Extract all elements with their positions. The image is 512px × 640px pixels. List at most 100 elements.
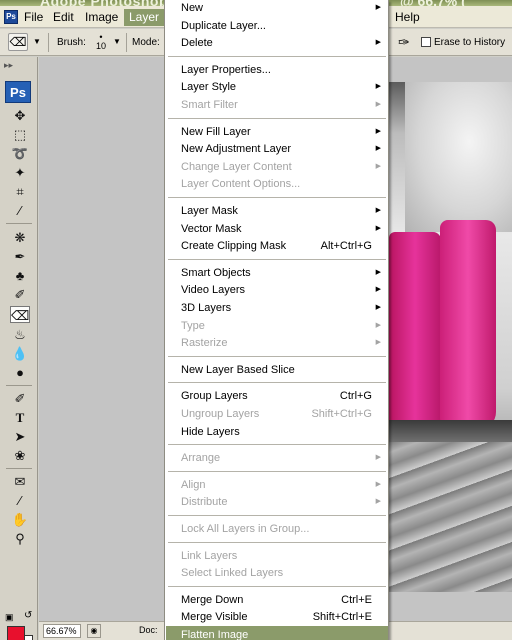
brush-dropdown-icon[interactable]: ▼ [113,37,121,46]
divider [6,468,32,469]
menu-item-label: New [181,2,204,14]
clone-stamp-icon[interactable]: ♣ [10,267,30,284]
menu-item-label: Merge Visible [181,611,248,624]
magic-wand-icon[interactable]: ✦ [10,164,30,181]
notes-tool-icon[interactable]: ✉ [10,473,30,490]
menu-item-layer-style[interactable]: Layer Style ▶ [166,78,388,96]
zoom-level-field[interactable]: 66.67% [43,624,81,638]
brush-preview[interactable]: • 10 [95,33,107,51]
submenu-arrow-icon: ▶ [375,39,381,47]
menu-help[interactable]: Help [390,9,425,26]
menu-item-smart-objects[interactable]: Smart Objects ▶ [166,264,388,282]
menu-item-shortcut: Ctrl+G [339,390,372,403]
dodge-tool-icon[interactable]: ● [10,364,30,381]
menu-separator [168,585,386,587]
erase-to-history-checkbox[interactable] [421,37,431,47]
marquee-tool-icon[interactable]: ⬚ [10,126,30,143]
menu-item-smart-filter: Smart Filter ▶ [166,96,388,114]
menu-item-flatten-image[interactable]: Flatten Image [166,626,388,640]
menu-item-type: Type ▶ [166,317,388,335]
menu-item-label: Video Layers [181,284,246,297]
swap-colors-icon[interactable]: ↺ [24,610,32,621]
eraser-tool-icon[interactable]: ⌫ [10,306,30,323]
menu-separator [168,470,386,472]
menu-item-label: Align [181,478,206,491]
eyedropper-tool-icon[interactable]: ∕ [10,202,30,219]
zoom-tool-icon[interactable]: ⚲ [10,530,30,547]
menu-item-3d-layers[interactable]: 3D Layers ▶ [166,299,388,317]
menu-item-lock-all-layers-in-group: Lock All Layers in Group... [166,520,388,538]
menu-item-new[interactable]: New ▶ [166,0,388,17]
menu-item-merge-down[interactable]: Merge Down Ctrl+E [166,591,388,609]
layer-menu-dropdown: New ▶ Duplicate Layer... Delete ▶ Layer Prope… [164,0,389,640]
airbrush-icon[interactable]: ✑ [398,34,410,51]
lasso-tool-icon[interactable]: ➰ [10,145,30,162]
menu-item-shortcut: Alt+Ctrl+G [320,240,372,253]
menu-item-label: Duplicate Layer... [181,19,266,32]
menu-item-layer-mask[interactable]: Layer Mask ▶ [166,202,388,220]
menu-item-duplicate-layer[interactable]: Duplicate Layer... [166,17,388,35]
brush-size: 10 [95,41,106,51]
panel-collapse-icon[interactable]: ▸▸ [4,60,13,71]
photo-rock [389,442,512,592]
menu-item-group-layers[interactable]: Group Layers Ctrl+G [166,387,388,405]
eraser-preset-icon[interactable]: ⌫ [8,33,28,51]
crop-tool-icon[interactable]: ⌗ [10,183,30,200]
healing-brush-icon[interactable]: ❋ [10,229,30,246]
menu-item-new-adjustment-layer[interactable]: New Adjustment Layer ▶ [166,140,388,158]
menu-item-layer-content-options: Layer Content Options... [166,175,388,193]
submenu-arrow-icon: ▶ [375,207,381,214]
menu-item-label: Smart Filter [181,99,238,111]
menu-item-new-fill-layer[interactable]: New Fill Layer ▶ [166,123,388,141]
brush-tool-icon[interactable]: ✒ [10,248,30,265]
submenu-arrow-icon: ▶ [375,224,381,232]
menu-item-layer-properties[interactable]: Layer Properties... [166,61,388,79]
menu-item-label: Layer Style [181,81,237,94]
submenu-arrow-icon: ▶ [375,304,381,311]
menu-edit[interactable]: Edit [48,9,79,26]
blur-tool-icon[interactable]: 💧 [10,345,30,362]
submenu-arrow-icon: ▶ [375,339,381,347]
menu-file[interactable]: File [19,9,48,26]
menu-layer[interactable]: Layer [124,9,165,26]
menu-item-delete[interactable]: Delete ▶ [166,34,388,52]
divider [6,223,32,224]
submenu-arrow-icon: ▶ [375,162,381,170]
submenu-arrow-icon: ▶ [375,454,381,462]
menu-item-label: Layer Mask [181,205,238,217]
default-colors-icon[interactable]: ▣ [5,612,14,623]
pen-tool-icon[interactable]: ✐ [10,390,30,407]
menu-separator [168,444,386,446]
menu-item-label: Group Layers [181,390,248,403]
paint-bucket-icon[interactable]: ♨ [10,326,30,343]
type-tool-icon[interactable]: T [10,409,30,426]
menu-item-new-layer-based-slice[interactable]: New Layer Based Slice [166,361,388,379]
menu-item-arrange: Arrange ▶ [166,449,388,467]
menu-item-ungroup-layers: Ungroup Layers Shift+Ctrl+G [166,405,388,423]
foreground-color-swatch[interactable] [7,626,25,640]
move-tool-icon[interactable]: ✥ [10,107,30,124]
eyedropper-sample-icon[interactable]: ∕ [10,492,30,509]
menu-item-label: New Fill Layer [181,125,251,138]
divider [48,33,49,52]
path-selection-icon[interactable]: ➤ [10,428,30,445]
menu-item-hide-layers[interactable]: Hide Layers [166,423,388,441]
photoshop-app-icon[interactable]: Ps [4,10,18,24]
custom-shape-icon[interactable]: ❀ [10,447,30,464]
menu-item-create-clipping-mask[interactable]: Create Clipping Mask Alt+Ctrl+G [166,237,388,255]
menu-separator [168,117,386,119]
menu-item-vector-mask[interactable]: Vector Mask ▶ [166,220,388,238]
hand-tool-icon[interactable]: ✋ [10,511,30,528]
chevron-down-icon[interactable]: ▼ [33,37,41,46]
status-info-icon[interactable]: ◉ [87,624,101,638]
menu-image[interactable]: Image [80,9,123,26]
menu-item-label: Create Clipping Mask [181,240,287,253]
menu-item-label: Change Layer Content [181,160,292,173]
menu-item-distribute: Distribute ▶ [166,493,388,511]
menu-separator [168,382,386,384]
menu-separator [168,355,386,357]
menu-item-merge-visible[interactable]: Merge Visible Shift+Ctrl+E [166,608,388,626]
menu-item-shortcut: Ctrl+E [341,593,372,606]
menu-item-video-layers[interactable]: Video Layers ▶ [166,281,388,299]
history-brush-icon[interactable]: ✐ [10,286,30,303]
